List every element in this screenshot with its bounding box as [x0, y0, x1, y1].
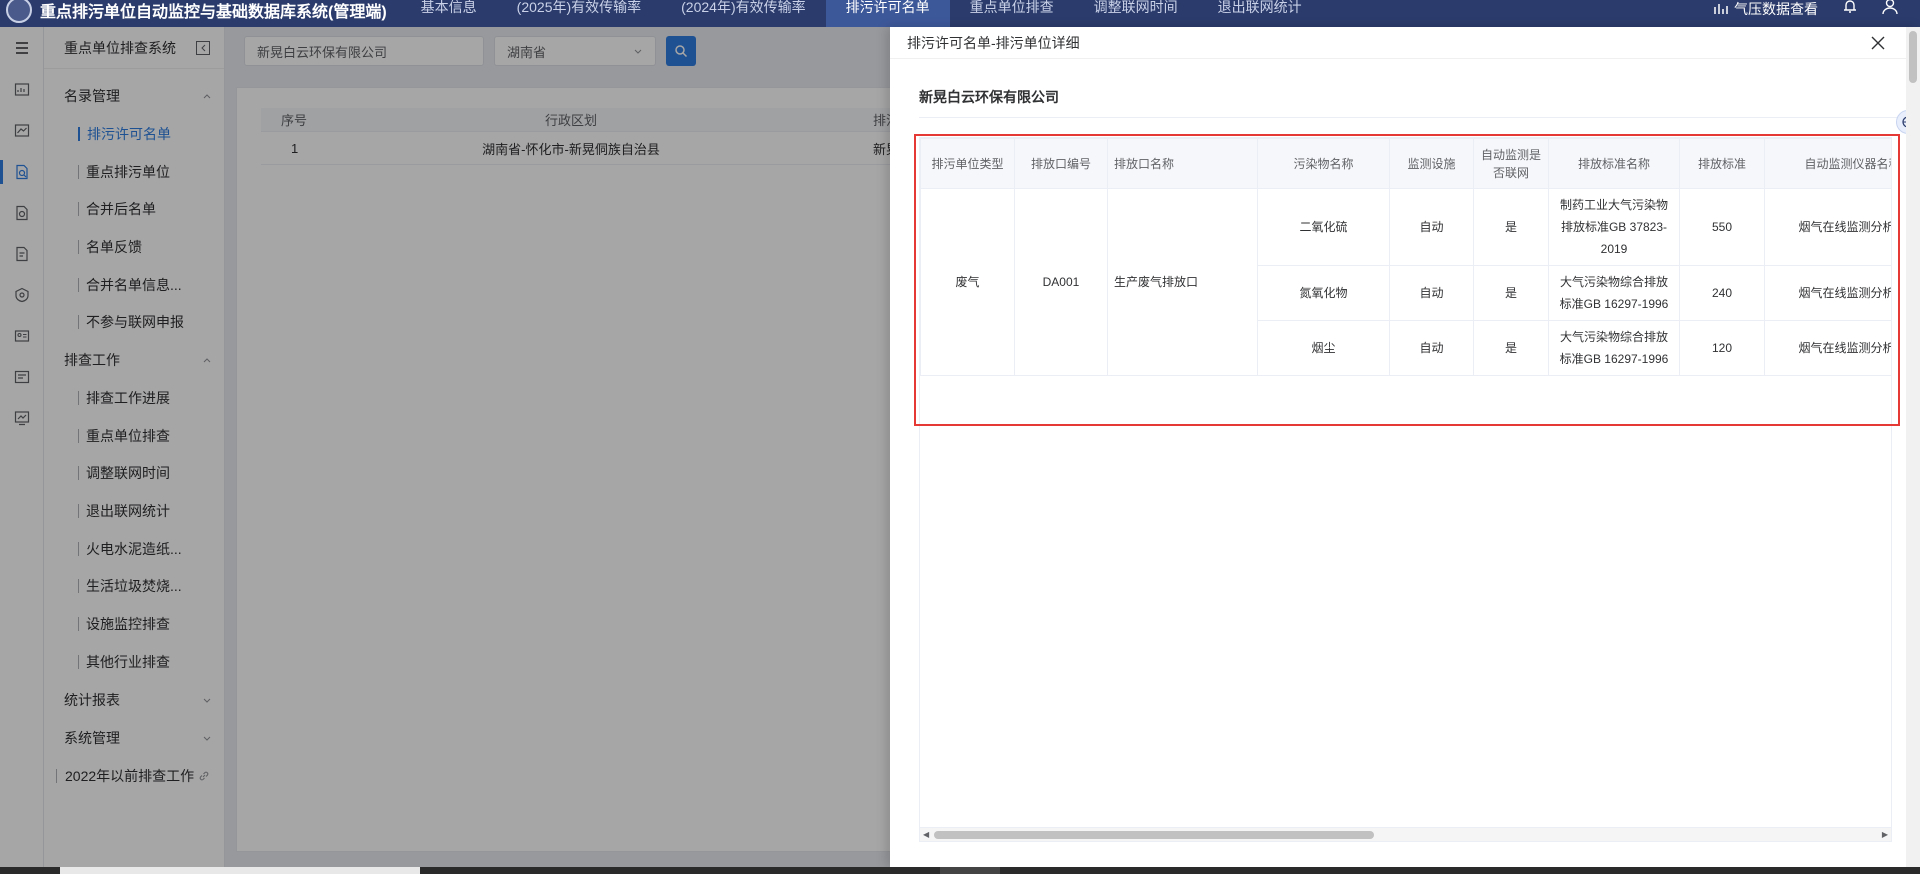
cell-pollutant: 烟尘 [1257, 320, 1390, 376]
cell-pollutant: 二氧化硫 [1257, 188, 1390, 266]
cell-standard-name: 大气污染物综合排放标准GB 16297-1996 [1548, 265, 1680, 321]
app-logo [6, 0, 32, 23]
column-header-standard-name: 排放标准名称 [1548, 138, 1680, 189]
detail-table-container: 排污单位类型 排放口编号 排放口名称 污染物名称 监测设施 自动监测是否联网 排… [919, 137, 1892, 842]
taskbar-item[interactable] [940, 867, 1000, 874]
detail-table: 排污单位类型 排放口编号 排放口名称 污染物名称 监测设施 自动监测是否联网 排… [920, 138, 1891, 376]
top-right-tools: 气压数据查看 [1714, 0, 1920, 27]
nav-item-basic-info[interactable]: 基本信息 [401, 0, 497, 27]
horizontal-scrollbar[interactable]: ◀ ▶ [920, 827, 1891, 841]
cell-unit-type: 废气 [920, 188, 1015, 376]
bell-icon[interactable] [1840, 0, 1860, 15]
column-header-standard-value: 排放标准 [1679, 138, 1765, 189]
os-taskbar [0, 867, 1920, 874]
nav-item-permit-list[interactable]: 排污许可名单 [825, 0, 950, 27]
cell-instrument-name: 烟气在线监测分析仪 [1764, 265, 1891, 321]
cell-networked: 是 [1473, 265, 1549, 321]
column-header-instrument-name: 自动监测仪器名称 [1764, 138, 1891, 189]
cell-standard-value: 240 [1679, 265, 1765, 321]
cell-monitoring-facility: 自动 [1389, 265, 1474, 321]
table-row: 废气 DA001 生产废气排放口 二氧化硫 自动 是 制药工业大气污染物排放标准… [920, 188, 1891, 376]
close-icon[interactable] [1870, 35, 1886, 51]
drawer-title: 排污许可名单-排污单位详细 [890, 27, 1920, 59]
vertical-scroll-thumb[interactable] [1909, 31, 1917, 83]
column-header-outlet-name: 排放口名称 [1107, 138, 1258, 189]
scroll-right-icon[interactable]: ▶ [1882, 831, 1888, 839]
cell-outlet-code: DA001 [1014, 188, 1108, 376]
column-header-unit-type: 排污单位类型 [920, 138, 1015, 189]
cell-instrument-name: 烟气在线监测分析仪 [1764, 188, 1891, 266]
cell-standard-value: 120 [1679, 320, 1765, 376]
column-header-pollutant: 污染物名称 [1257, 138, 1390, 189]
cell-standard-value: 550 [1679, 188, 1765, 266]
user-icon[interactable] [1880, 0, 1900, 15]
column-header-networked: 自动监测是否联网 [1473, 138, 1549, 189]
cell-monitoring-facility: 自动 [1389, 188, 1474, 266]
column-header-outlet-code: 排放口编号 [1014, 138, 1108, 189]
cell-instrument-name: 烟气在线监测分析仪 [1764, 320, 1891, 376]
cell-outlet-name: 生产废气排放口 [1107, 188, 1258, 376]
vertical-scrollbar[interactable] [1906, 27, 1920, 867]
cell-monitoring-facility: 自动 [1389, 320, 1474, 376]
nav-item-transmission-2025[interactable]: (2025年)有效传输率 [497, 0, 661, 27]
cell-standard-name: 制药工业大气污染物排放标准GB 37823-2019 [1548, 188, 1680, 266]
detail-drawer: 排污许可名单-排污单位详细 新晃白云环保有限公司 排污单位类型 排放口编号 排放… [890, 27, 1920, 867]
divider [919, 117, 1907, 118]
column-header-monitoring-facility: 监测设施 [1389, 138, 1474, 189]
cell-networked: 是 [1473, 320, 1549, 376]
horizontal-scroll-thumb[interactable] [934, 831, 1374, 839]
chart-bars-icon [1714, 4, 1728, 14]
taskbar-app-button[interactable] [60, 867, 420, 874]
nav-item-exit-network-stats[interactable]: 退出联网统计 [1198, 0, 1322, 27]
cell-networked: 是 [1473, 188, 1549, 266]
company-name: 新晃白云环保有限公司 [919, 89, 1059, 105]
cell-standard-name: 大气污染物综合排放标准GB 16297-1996 [1548, 320, 1680, 376]
top-navigation-bar: 重点排污单位自动监控与基础数据库系统(管理端) 基本信息 (2025年)有效传输… [0, 0, 1920, 27]
top-nav: 基本信息 (2025年)有效传输率 (2024年)有效传输率 排污许可名单 重点… [401, 0, 1322, 27]
nav-item-key-unit-check[interactable]: 重点单位排查 [950, 0, 1074, 27]
pressure-data-link[interactable]: 气压数据查看 [1714, 0, 1818, 19]
nav-item-transmission-2024[interactable]: (2024年)有效传输率 [661, 0, 825, 27]
pressure-data-label: 气压数据查看 [1734, 1, 1818, 17]
app-title: 重点排污单位自动监控与基础数据库系统(管理端) [40, 3, 387, 21]
cell-pollutant: 氮氧化物 [1257, 265, 1390, 321]
detail-table-header: 排污单位类型 排放口编号 排放口名称 污染物名称 监测设施 自动监测是否联网 排… [920, 138, 1891, 189]
nav-item-adjust-network-time[interactable]: 调整联网时间 [1074, 0, 1198, 27]
scroll-left-icon[interactable]: ◀ [923, 831, 929, 839]
